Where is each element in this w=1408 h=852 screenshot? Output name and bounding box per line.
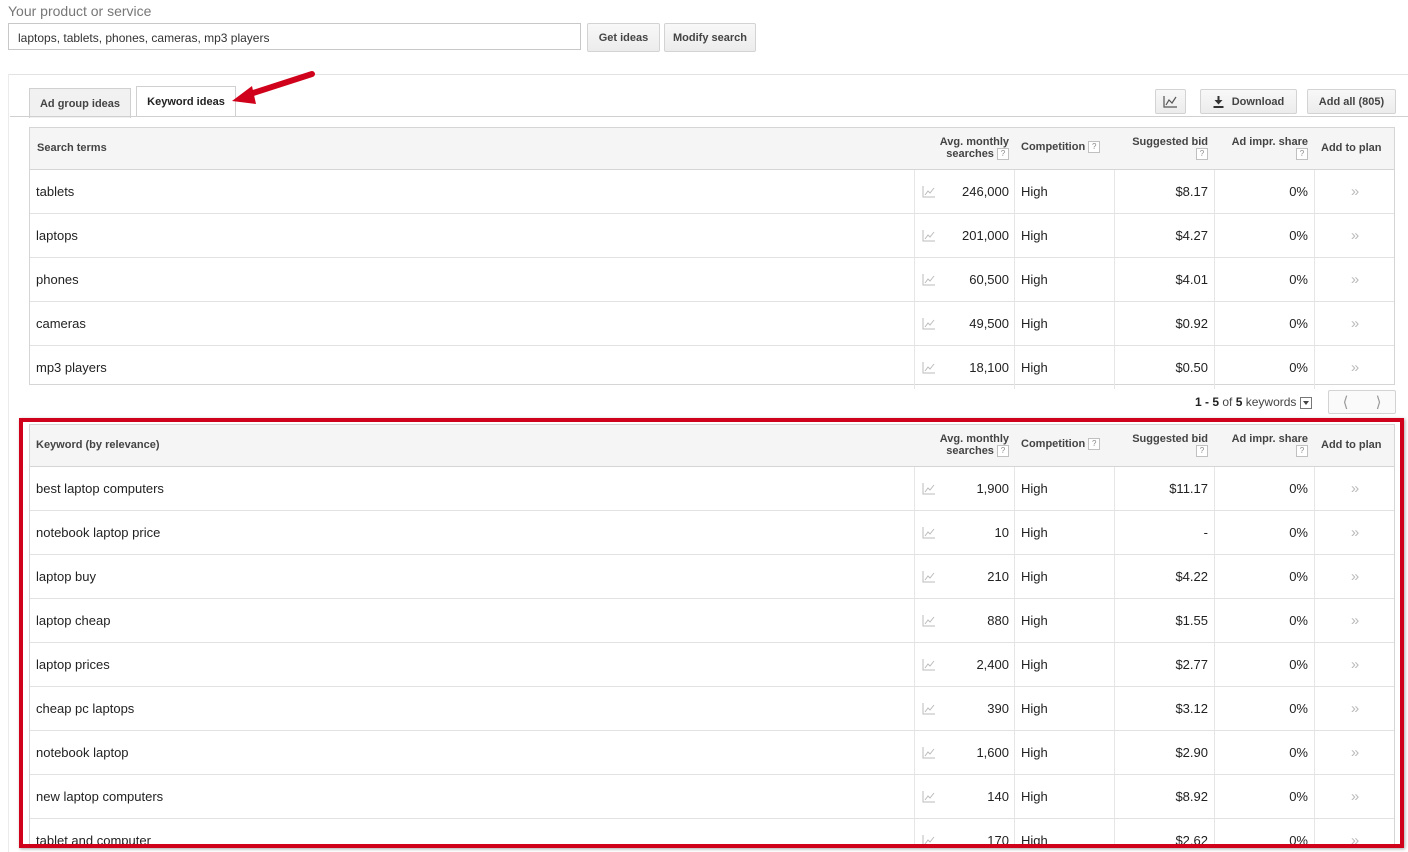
page-size-dropdown-icon[interactable]	[1300, 396, 1313, 409]
competition-value: High	[1021, 184, 1048, 199]
download-label: Download	[1231, 95, 1285, 108]
tab-underline	[10, 116, 1408, 117]
avg-monthly-searches: 60,500	[969, 272, 1009, 287]
help-icon[interactable]: ?	[1196, 148, 1208, 161]
avg-monthly-searches: 18,100	[969, 360, 1009, 375]
chart-view-button[interactable]	[1155, 89, 1186, 114]
col-competition[interactable]: Competition ?	[1021, 141, 1101, 154]
help-icon[interactable]: ?	[997, 148, 1009, 161]
annotation-highlight-frame	[19, 418, 1404, 848]
add-all-button[interactable]: Add all (805)	[1307, 89, 1396, 114]
col-suggested-bid[interactable]: Suggested bid ?	[1115, 136, 1208, 161]
competition-value: High	[1021, 360, 1048, 375]
competition-value: High	[1021, 272, 1048, 287]
download-button[interactable]: Download	[1200, 89, 1297, 114]
product-label: Your product or service	[8, 3, 152, 19]
download-icon	[1213, 95, 1224, 108]
table-row: cameras 49,500 High $0.92 0% »	[30, 302, 1394, 346]
col-add-to-plan: Add to plan	[1321, 142, 1382, 154]
tab-ad-group-ideas[interactable]: Ad group ideas	[29, 88, 131, 118]
product-search-input[interactable]: laptops, tablets, phones, cameras, mp3 p…	[8, 23, 581, 50]
table-row: tablets 246,000 High $8.17 0% »	[30, 170, 1394, 214]
divider	[8, 74, 1408, 75]
ad-impr-share: 0%	[1289, 316, 1308, 331]
competition-value: High	[1021, 228, 1048, 243]
add-to-plan-icon[interactable]: »	[1315, 346, 1395, 389]
keyword-text: laptops	[36, 228, 78, 243]
ad-impr-share: 0%	[1289, 272, 1308, 287]
add-to-plan-icon[interactable]: »	[1315, 214, 1395, 257]
tab-keyword-ideas[interactable]: Keyword ideas	[136, 86, 236, 117]
pagination-controls: ⟨ ⟩	[1328, 390, 1396, 414]
avg-monthly-searches: 201,000	[962, 228, 1009, 243]
annotation-arrow-icon	[232, 71, 315, 104]
search-terms-body: tablets 246,000 High $8.17 0% » laptops 201,000…	[30, 170, 1394, 389]
col-search-terms: Search terms	[37, 142, 107, 154]
table-row: phones 60,500 High $4.01 0% »	[30, 258, 1394, 302]
suggested-bid: $4.01	[1175, 272, 1208, 287]
keyword-text: cameras	[36, 316, 86, 331]
avg-monthly-searches: 49,500	[969, 316, 1009, 331]
table-row: laptops 201,000 High $4.27 0% »	[30, 214, 1394, 258]
suggested-bid: $0.50	[1175, 360, 1208, 375]
suggested-bid: $4.27	[1175, 228, 1208, 243]
add-to-plan-icon[interactable]: »	[1315, 258, 1395, 301]
search-terms-table: Search terms Avg. monthly searches ? Com…	[29, 127, 1395, 389]
col-avg-monthly-searches[interactable]: Avg. monthly searches ?	[925, 136, 1009, 161]
add-to-plan-icon[interactable]: »	[1315, 170, 1395, 213]
table-header: Search terms Avg. monthly searches ? Com…	[30, 128, 1394, 170]
ad-impr-share: 0%	[1289, 360, 1308, 375]
add-to-plan-icon[interactable]: »	[1315, 302, 1395, 345]
avg-monthly-searches: 246,000	[962, 184, 1009, 199]
prev-page-icon[interactable]: ⟨	[1329, 393, 1362, 411]
suggested-bid: $0.92	[1175, 316, 1208, 331]
divider	[8, 74, 9, 852]
col-ad-impr-share[interactable]: Ad impr. share ?	[1215, 136, 1308, 161]
next-page-icon[interactable]: ⟩	[1362, 393, 1395, 411]
help-icon[interactable]: ?	[1296, 148, 1308, 161]
keyword-text: tablets	[36, 184, 75, 199]
help-icon[interactable]: ?	[1088, 141, 1101, 154]
pagination-status: 1 - 5 of 5 keywords	[1195, 395, 1313, 409]
keyword-text: phones	[36, 272, 79, 287]
get-ideas-button[interactable]: Get ideas	[587, 23, 660, 52]
table-row: mp3 players 18,100 High $0.50 0% »	[30, 346, 1394, 389]
line-chart-icon	[1163, 96, 1177, 108]
suggested-bid: $8.17	[1175, 184, 1208, 199]
modify-search-button[interactable]: Modify search	[664, 23, 756, 52]
keyword-text: mp3 players	[36, 360, 107, 375]
competition-value: High	[1021, 316, 1048, 331]
ad-impr-share: 0%	[1289, 184, 1308, 199]
ad-impr-share: 0%	[1289, 228, 1308, 243]
